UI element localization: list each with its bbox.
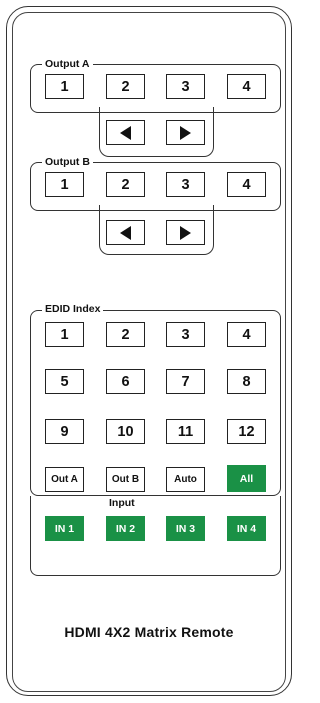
edid-key-1[interactable]: 1 xyxy=(45,322,84,347)
edid-key-5[interactable]: 5 xyxy=(45,369,84,394)
output-a-right-button[interactable] xyxy=(166,120,205,145)
input-label: Input xyxy=(106,497,138,509)
output-b-key-4[interactable]: 4 xyxy=(227,172,266,197)
output-a-left-button[interactable] xyxy=(106,120,145,145)
out-a-button[interactable]: Out A xyxy=(45,467,84,492)
output-b-right-button[interactable] xyxy=(166,220,205,245)
output-a-key-4[interactable]: 4 xyxy=(227,74,266,99)
edid-key-4[interactable]: 4 xyxy=(227,322,266,347)
output-b-key-3[interactable]: 3 xyxy=(166,172,205,197)
remote-title: HDMI 4X2 Matrix Remote xyxy=(64,624,234,640)
edid-index-label: EDID Index xyxy=(42,303,104,315)
output-a-key-2[interactable]: 2 xyxy=(106,74,145,99)
output-b-left-button[interactable] xyxy=(106,220,145,245)
left-arrow-icon xyxy=(120,225,131,240)
output-a-key-1[interactable]: 1 xyxy=(45,74,84,99)
auto-button[interactable]: Auto xyxy=(166,467,205,492)
input-4-button[interactable]: IN 4 xyxy=(227,516,266,541)
output-a-label: Output A xyxy=(42,58,93,70)
input-2-button[interactable]: IN 2 xyxy=(106,516,145,541)
edid-key-8[interactable]: 8 xyxy=(227,369,266,394)
edid-key-3[interactable]: 3 xyxy=(166,322,205,347)
right-arrow-icon xyxy=(180,225,191,240)
edid-key-10[interactable]: 10 xyxy=(106,419,145,444)
all-button[interactable]: All xyxy=(227,465,266,492)
right-arrow-icon xyxy=(180,125,191,140)
edid-key-6[interactable]: 6 xyxy=(106,369,145,394)
edid-key-11[interactable]: 11 xyxy=(166,419,205,444)
input-3-button[interactable]: IN 3 xyxy=(166,516,205,541)
output-b-label: Output B xyxy=(42,156,93,168)
edid-key-9[interactable]: 9 xyxy=(45,419,84,444)
output-b-key-2[interactable]: 2 xyxy=(106,172,145,197)
input-1-button[interactable]: IN 1 xyxy=(45,516,84,541)
edid-key-12[interactable]: 12 xyxy=(227,419,266,444)
out-b-button[interactable]: Out B xyxy=(106,467,145,492)
output-a-key-3[interactable]: 3 xyxy=(166,74,205,99)
output-b-key-1[interactable]: 1 xyxy=(45,172,84,197)
edid-key-2[interactable]: 2 xyxy=(106,322,145,347)
left-arrow-icon xyxy=(120,125,131,140)
edid-key-7[interactable]: 7 xyxy=(166,369,205,394)
